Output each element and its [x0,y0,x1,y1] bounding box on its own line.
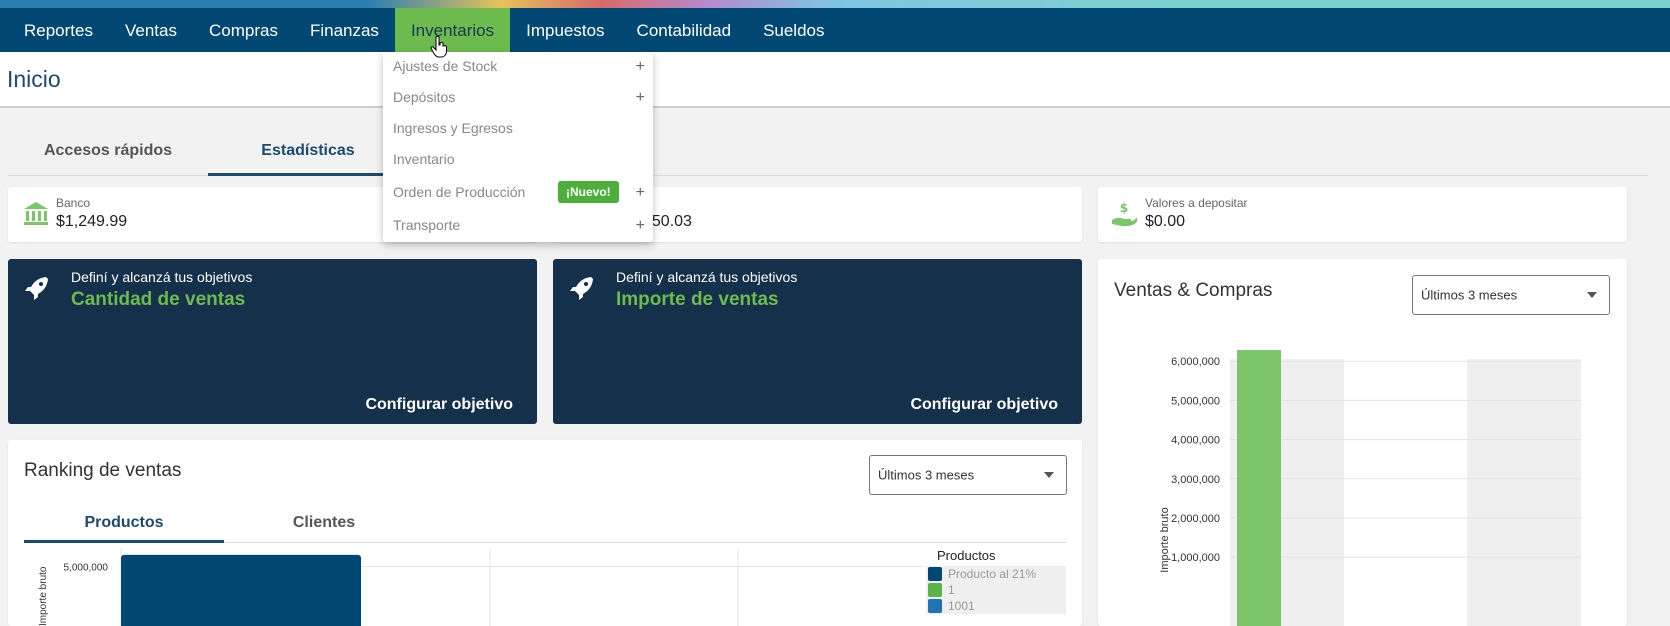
menu-item-label: Inventario [393,151,455,167]
stat-label-banco: Banco [56,196,91,210]
new-badge: ¡Nuevo! [558,181,619,203]
nav-reportes[interactable]: Reportes [0,8,109,52]
legend-title: Productos [937,548,996,563]
legend-swatch [928,567,942,581]
stat-value-valores: $0.00 [1145,213,1186,230]
ranking-period-select[interactable]: Últimos 3 meses [869,455,1067,495]
plus-icon[interactable]: + [636,89,645,107]
legend-item[interactable]: 1001 [926,598,1066,614]
nav-inventarios[interactable]: Inventarios [394,8,511,52]
bar[interactable] [1237,350,1281,626]
goal-card-importe: Definí y alcanzá tus objetivos Importe d… [553,259,1082,424]
stat-value-banco: $1,249.99 [56,213,128,230]
y-axis-label: Importe bruto [38,566,49,626]
plus-icon[interactable]: + [636,184,645,202]
legend-swatch [928,599,942,613]
chevron-down-icon [1044,472,1054,478]
ranking-title: Ranking de ventas [24,460,182,481]
stat-card-valores: $ Valores a depositar $0.00 [1098,187,1627,242]
ranking-chart: 5,000,000 Importe bruto [38,548,924,626]
y-tick-label: 3,000,000 [1171,474,1220,486]
main-nav: Reportes Ventas Compras Finanzas Inventa… [0,8,1670,52]
menu-item-label: Depósitos [393,89,456,105]
rocket-icon [570,277,593,300]
goal-subtitle: Definí y alcanzá tus objetivos [71,269,253,285]
configure-goal-button[interactable]: Configurar objetivo [910,396,1058,414]
legend-label: Producto al 21% [948,567,1037,581]
svg-text:$: $ [1120,201,1128,215]
ventas-compras-period-value: Últimos 3 meses [1421,287,1518,303]
y-tick-label: 2,000,000 [1171,513,1220,525]
plus-icon[interactable]: + [636,58,645,76]
nav-compras[interactable]: Compras [193,8,294,52]
menu-item-transporte[interactable]: Transporte + [393,217,645,241]
menu-item-depositos[interactable]: Depósitos + [393,89,645,113]
y-tick-label: 4,000,000 [1171,435,1220,447]
goal-card-cantidad: Definí y alcanzá tus objetivos Cantidad … [8,259,537,424]
bank-icon [24,202,48,225]
goal-title: Cantidad de ventas [71,289,246,310]
menu-item-label: Ajustes de Stock [393,58,498,74]
page-title: Inicio [7,66,61,92]
menu-item-ajustes-de-stock[interactable]: Ajustes de Stock + [393,58,645,82]
inventarios-dropdown-menu: Ajustes de Stock + Depósitos + Ingresos … [383,52,653,242]
chevron-down-icon [1587,292,1597,298]
ranking-tabs: Productos Clientes [24,505,1066,543]
y-tick-label: 5,000,000 [64,563,109,574]
legend-item[interactable]: Producto al 21% [926,566,1066,582]
menu-item-label: Transporte [393,217,461,233]
legend-item[interactable]: 1 [926,582,1066,598]
y-tick-label: 5,000,000 [1171,395,1220,407]
menu-item-ingresos-y-egresos[interactable]: Ingresos y Egresos [393,120,645,144]
ranking-legend: Productos Producto al 21% 1 1001 [926,548,1066,614]
ventas-compras-title: Ventas & Compras [1114,280,1273,301]
nav-contabilidad[interactable]: Contabilidad [621,8,748,52]
nav-ventas[interactable]: Ventas [109,8,193,52]
menu-item-orden-de-produccion[interactable]: Orden de Producción ¡Nuevo! + [393,181,645,208]
bar[interactable] [121,554,361,626]
tab-accesos-rapidos[interactable]: Accesos rápidos [8,130,208,176]
ranking-period-value: Últimos 3 meses [878,467,975,483]
hand-money-icon: $ [1112,201,1137,227]
goal-subtitle: Definí y alcanzá tus objetivos [616,269,798,285]
legend-label: 1 [948,583,955,597]
nav-impuestos[interactable]: Impuestos [510,8,620,52]
plus-icon[interactable]: + [636,217,645,235]
menu-item-label: Orden de Producción [393,184,526,200]
rocket-icon [25,277,48,300]
tab-productos[interactable]: Productos [24,505,224,543]
ventas-compras-period-select[interactable]: Últimos 3 meses [1412,275,1610,315]
legend-label: 1001 [948,599,975,613]
menu-item-inventario[interactable]: Inventario [393,151,645,175]
tab-clientes[interactable]: Clientes [224,505,424,543]
tab-estadisticas[interactable]: Estadísticas [208,130,408,176]
nav-finanzas[interactable]: Finanzas [294,8,395,52]
nav-sueldos[interactable]: Sueldos [747,8,840,52]
main-tabs: Accesos rápidos Estadísticas [8,130,1648,176]
menu-item-label: Ingresos y Egresos [393,120,513,136]
y-tick-label: 1,000,000 [1171,552,1220,564]
goal-title: Importe de ventas [616,289,779,310]
hand-cursor-icon [430,36,447,58]
legend-swatch [928,583,942,597]
stat-label-valores: Valores a depositar [1145,196,1248,210]
configure-goal-button[interactable]: Configurar objetivo [365,396,513,414]
category-band [1467,359,1581,626]
page-header: Inicio [0,52,1670,108]
y-tick-label: 6,000,000 [1171,356,1220,368]
y-axis-label: Importe bruto [1159,507,1171,572]
ventas-compras-chart: 6,000,000 5,000,000 4,000,000 3,000,000 2,00… [1159,350,1581,626]
top-accent-bar [0,0,1670,8]
